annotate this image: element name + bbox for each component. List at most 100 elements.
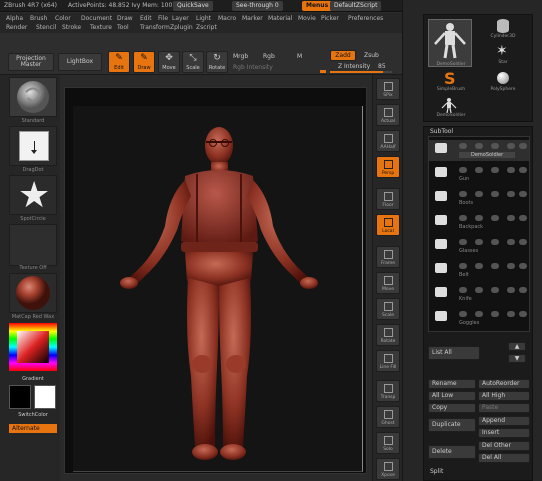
delete-button[interactable]: Delete <box>428 445 476 459</box>
append-button[interactable]: Append <box>478 416 530 426</box>
subtool-visibility-toggle[interactable] <box>475 143 483 149</box>
subtool-visibility-toggle[interactable] <box>475 215 483 221</box>
menu-file[interactable]: File <box>158 15 168 22</box>
menu-movie[interactable]: Movie <box>298 15 316 22</box>
all-low-button[interactable]: All Low <box>428 391 476 401</box>
shelf-spix-button[interactable]: SPix <box>376 78 400 100</box>
subtool-visibility-toggle[interactable] <box>491 143 499 149</box>
menu-color[interactable]: Color <box>55 15 71 22</box>
shelf-move-button[interactable]: Move <box>376 272 400 294</box>
shelf-persp-button[interactable]: Persp <box>376 156 400 178</box>
subtool-visibility-toggle[interactable] <box>491 191 499 197</box>
menu-marker[interactable]: Marker <box>242 15 263 22</box>
menu-stencil[interactable]: Stencil <box>36 24 56 31</box>
gradient-label[interactable]: Gradient <box>9 376 57 382</box>
shelf-line-fill-button[interactable]: Line Fill <box>376 350 400 372</box>
subtool-visibility-toggle[interactable] <box>519 239 527 245</box>
m-button[interactable]: M <box>297 53 302 60</box>
lightbox-button[interactable]: LightBox <box>58 53 102 71</box>
menus-button[interactable]: Menus <box>302 1 333 11</box>
menu-macro[interactable]: Macro <box>218 15 236 22</box>
copy-button[interactable]: Copy <box>428 403 476 413</box>
subtool-visibility-toggle[interactable] <box>459 239 467 245</box>
subtool-row[interactable]: Gun <box>429 164 529 185</box>
menu-zplugin[interactable]: Zplugin <box>170 24 193 31</box>
rgb-button[interactable]: Rgb <box>263 53 275 60</box>
subtool-visibility-toggle[interactable] <box>519 191 527 197</box>
menu-render[interactable]: Render <box>6 24 27 31</box>
subtool-visibility-toggle[interactable] <box>507 215 515 221</box>
document-canvas[interactable] <box>73 106 363 472</box>
shelf-transp-button[interactable]: Transp <box>376 380 400 402</box>
zsub-button[interactable]: Zsub <box>364 52 379 59</box>
subtool-visibility-toggle[interactable] <box>459 263 467 269</box>
rotate-button[interactable]: ↻ Rotate <box>206 51 228 73</box>
subtool-visibility-toggle[interactable] <box>475 287 483 293</box>
see-through-slider[interactable]: See-through 0 <box>232 1 283 11</box>
zadd-button[interactable]: Zadd <box>330 50 356 61</box>
insert-button[interactable]: Insert <box>478 428 530 438</box>
switch-color-button[interactable]: SwitchColor <box>9 412 57 418</box>
subtool-visibility-toggle[interactable] <box>459 215 467 221</box>
primary-color-swatch[interactable] <box>9 385 31 409</box>
subtool-visibility-toggle[interactable] <box>519 263 527 269</box>
alternate-button[interactable]: Alternate <box>9 424 57 433</box>
subtool-visibility-toggle[interactable] <box>519 287 527 293</box>
subtool-row[interactable]: Knife <box>429 284 529 305</box>
subtool-visibility-toggle[interactable] <box>475 239 483 245</box>
subtool-row[interactable]: Glasses <box>429 236 529 257</box>
subtool-visibility-toggle[interactable] <box>459 287 467 293</box>
subtool-visibility-toggle[interactable] <box>507 311 515 317</box>
menu-alpha[interactable]: Alpha <box>6 15 23 22</box>
tool-thumb-cylinder[interactable]: Cylinder3D <box>480 19 526 43</box>
tool-thumb-star[interactable]: ✶ Star <box>480 43 526 69</box>
subtool-row[interactable]: Goggles <box>429 308 529 329</box>
subtool-visibility-toggle[interactable] <box>519 311 527 317</box>
subtool-row[interactable]: Belt <box>429 260 529 281</box>
subtool-visibility-toggle[interactable] <box>519 143 527 149</box>
texture-thumbnail[interactable] <box>9 224 57 266</box>
paste-button[interactable]: Paste <box>478 403 530 413</box>
tool-thumb-simplebrush[interactable]: S SimpleBrush <box>428 69 474 95</box>
split-section[interactable]: Split <box>430 468 443 475</box>
tool-thumb-polysphere[interactable]: PolySphere <box>480 71 526 95</box>
subtool-visibility-toggle[interactable] <box>507 287 515 293</box>
shelf-aahalf-button[interactable]: AAHalf <box>376 130 400 152</box>
menu-preferences[interactable]: Preferences <box>348 15 383 22</box>
subtool-visibility-toggle[interactable] <box>459 191 467 197</box>
subtool-visibility-toggle[interactable] <box>491 215 499 221</box>
move-up-button[interactable]: ▲ <box>508 342 526 351</box>
list-all-button[interactable]: List All <box>428 346 480 360</box>
quicksave-button[interactable]: QuickSave <box>173 1 213 11</box>
del-all-button[interactable]: Del All <box>478 453 530 463</box>
menu-zscript[interactable]: Zscript <box>196 24 217 31</box>
subtool-visibility-toggle[interactable] <box>519 167 527 173</box>
menu-tool[interactable]: Tool <box>117 24 129 31</box>
subtool-visibility-toggle[interactable] <box>475 191 483 197</box>
shelf-scale-button[interactable]: Scale <box>376 298 400 320</box>
tool-thumb-demosoldier[interactable]: DemoSoldier <box>428 19 472 67</box>
z-intensity-slider[interactable]: Z Intensity 85 <box>330 63 392 73</box>
move-down-button[interactable]: ▼ <box>508 354 526 363</box>
brush-thumbnail[interactable] <box>9 77 57 117</box>
subtool-visibility-toggle[interactable] <box>475 263 483 269</box>
subtool-visibility-toggle[interactable] <box>519 215 527 221</box>
move-button[interactable]: ✥ Move <box>158 51 180 73</box>
subtool-visibility-toggle[interactable] <box>507 239 515 245</box>
shelf-floor-button[interactable]: Floor <box>376 188 400 210</box>
shelf-rotate-button[interactable]: Rotate <box>376 324 400 346</box>
subtool-row[interactable]: Boots <box>429 188 529 209</box>
subtool-visibility-toggle[interactable] <box>491 239 499 245</box>
shelf-local-button[interactable]: Local <box>376 214 400 236</box>
menu-brush[interactable]: Brush <box>30 15 47 22</box>
menu-texture[interactable]: Texture <box>90 24 112 31</box>
menu-stroke[interactable]: Stroke <box>62 24 81 31</box>
alpha-thumbnail[interactable]: ★ <box>9 175 57 215</box>
secondary-color-swatch[interactable] <box>34 385 56 409</box>
stroke-thumbnail[interactable] <box>9 126 57 166</box>
subtool-visibility-toggle[interactable] <box>459 143 467 149</box>
subtool-row[interactable]: Backpack <box>429 212 529 233</box>
draw-button[interactable]: ✎ Draw <box>133 51 155 73</box>
subtool-visibility-toggle[interactable] <box>475 167 483 173</box>
subtool-visibility-toggle[interactable] <box>507 143 515 149</box>
